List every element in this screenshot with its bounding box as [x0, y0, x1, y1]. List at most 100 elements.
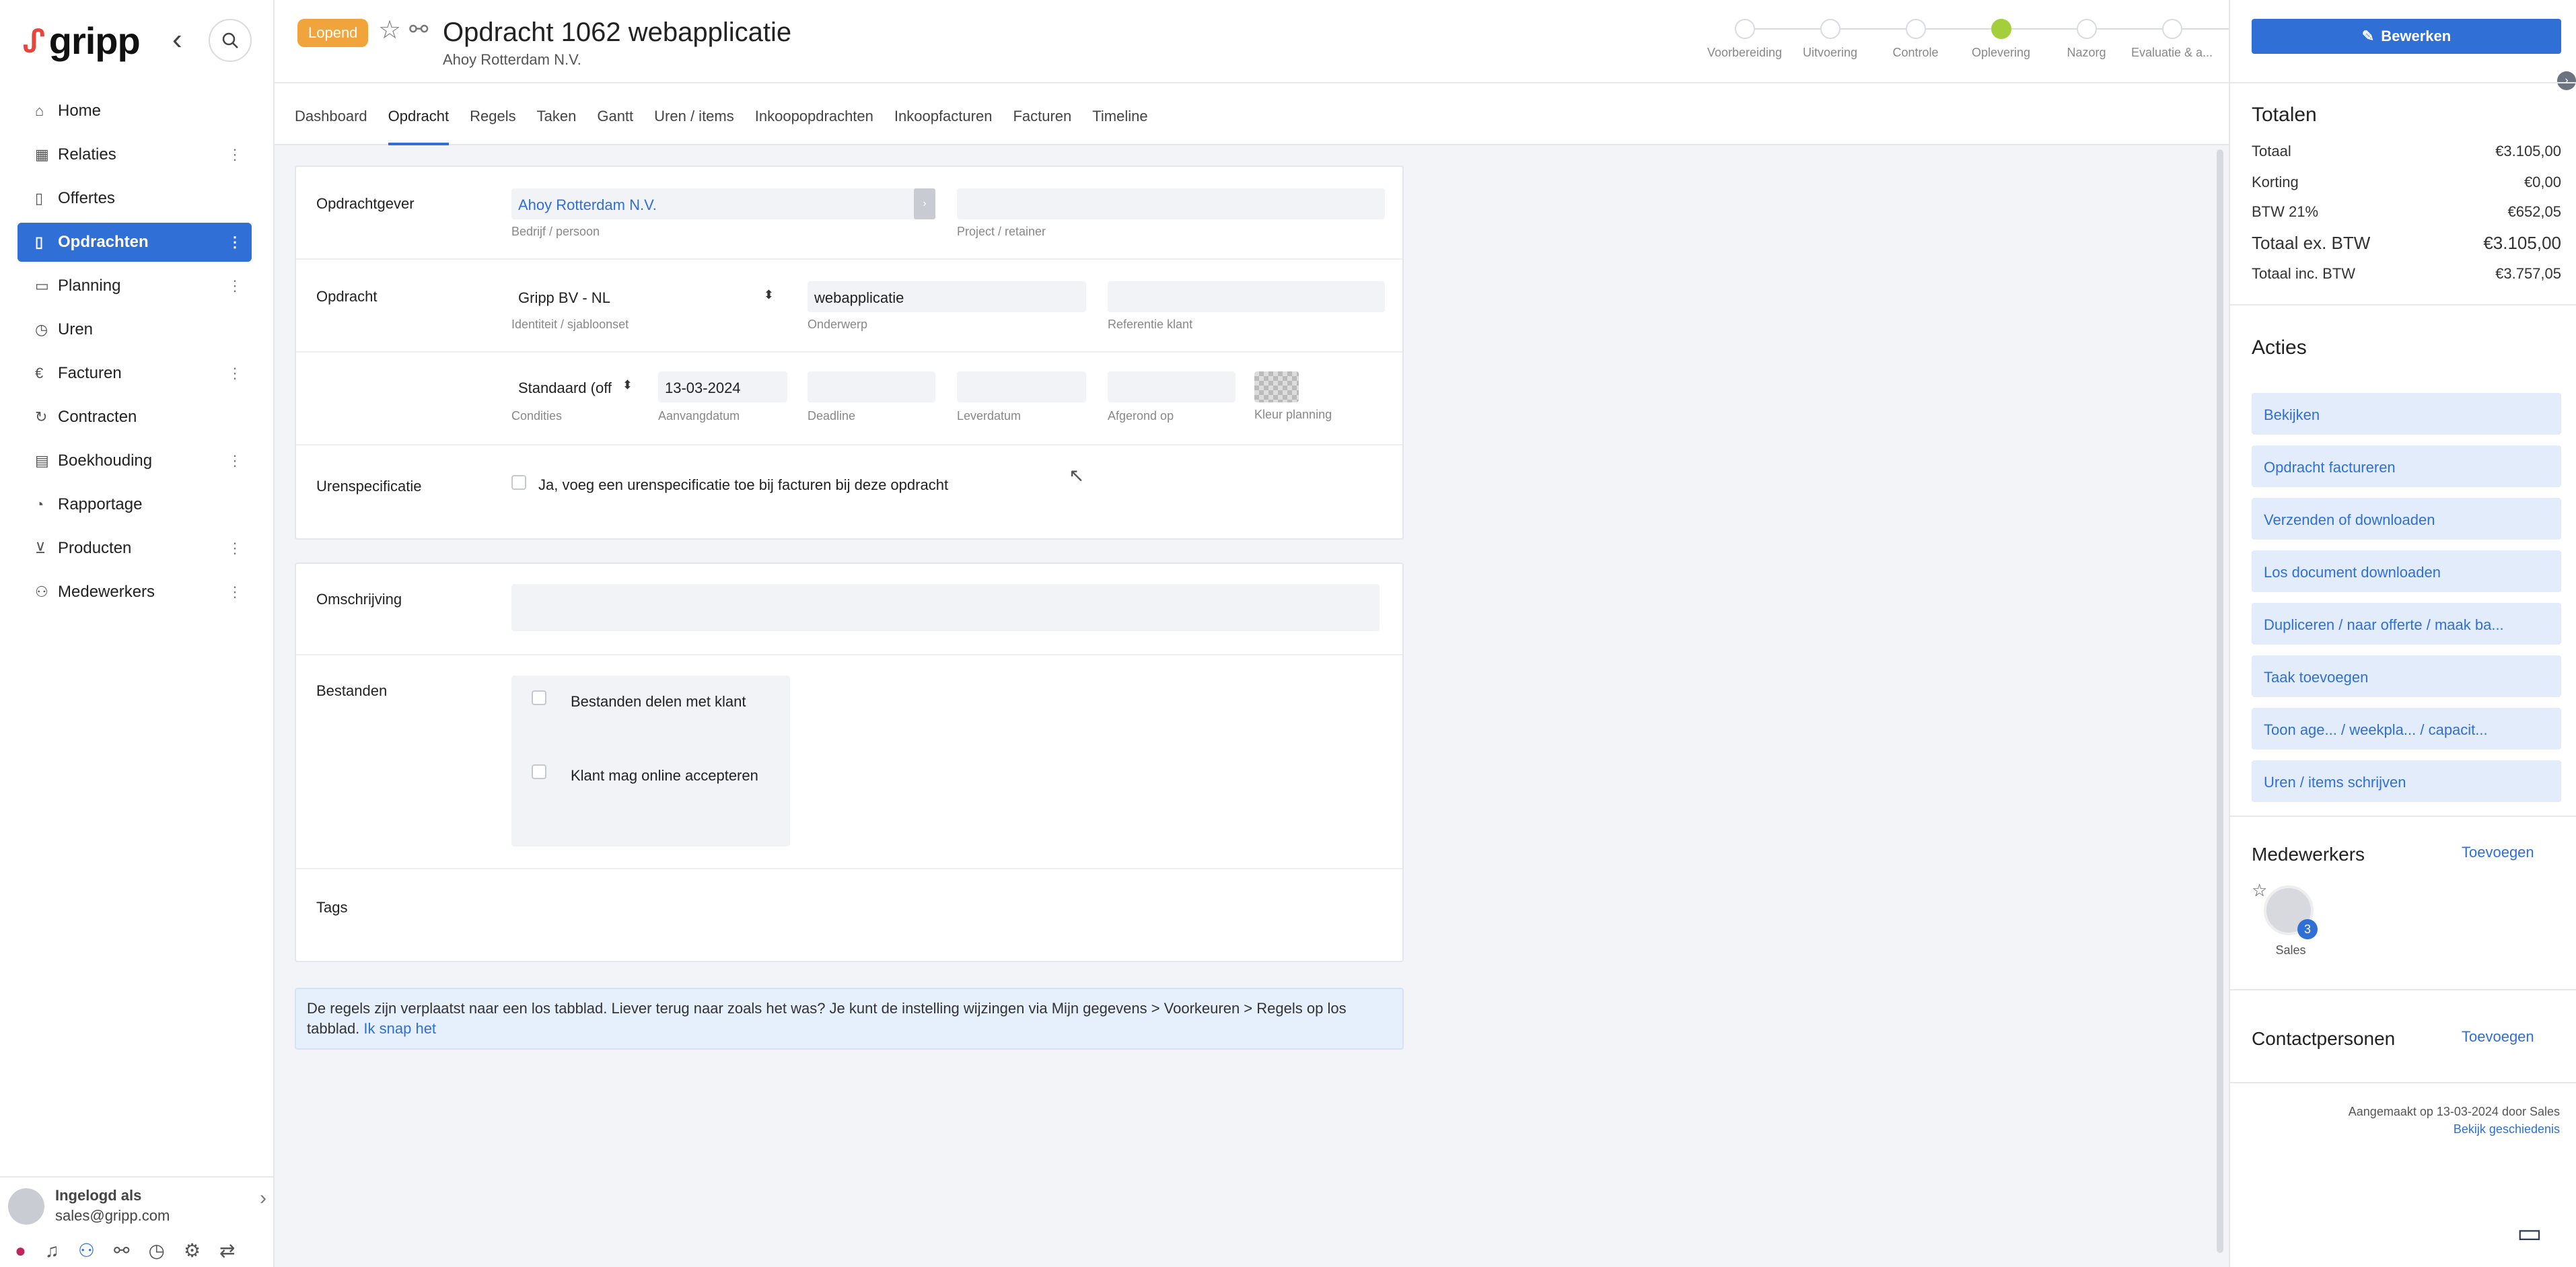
sidebar-item-planning[interactable]: ▭ Planning ⋮	[17, 266, 252, 305]
chevron-right-icon[interactable]: ›	[260, 1187, 266, 1210]
company-open-button[interactable]: ›	[914, 188, 935, 219]
tab-opdracht[interactable]: Opdracht	[388, 83, 450, 145]
gripp-logo[interactable]: ᔑ gripp	[23, 19, 141, 63]
total-row: BTW 21% €652,05	[2252, 203, 2561, 221]
action-button[interactable]: Uren / items schrijven	[2252, 760, 2561, 802]
share-files-checkbox[interactable]	[532, 690, 546, 705]
timer-icon[interactable]: ◷	[149, 1239, 165, 1262]
more-options-icon[interactable]: ⋮	[227, 145, 242, 165]
sidebar-item-home[interactable]: ⌂ Home	[17, 92, 252, 131]
tab-facturen[interactable]: Facturen	[1013, 83, 1071, 145]
tab-inkoopopdrachten[interactable]: Inkoopopdrachten	[755, 83, 873, 145]
phase-step[interactable]: Uitvoering	[1788, 17, 1872, 60]
action-button[interactable]: Verzenden of downloaden	[2252, 498, 2561, 540]
main-scrollbar[interactable]	[2217, 149, 2223, 1253]
more-options-icon[interactable]: ⋮	[227, 451, 242, 471]
sidebar-item-opdrachten[interactable]: ▯ Opdrachten ⋮	[17, 223, 252, 262]
sidebar-item-contracten[interactable]: ↻ Contracten	[17, 398, 252, 437]
more-options-icon[interactable]: ⋮	[227, 276, 242, 296]
more-options-icon[interactable]: ⋮	[227, 538, 242, 558]
total-label: Totaal	[2252, 143, 2291, 159]
phase-label: Uitvoering	[1802, 46, 1858, 59]
planning-color-picker[interactable]	[1254, 371, 1299, 402]
notice-dismiss-link[interactable]: Ik snap het	[363, 1020, 436, 1037]
action-button[interactable]: Taak toevoegen	[2252, 655, 2561, 697]
user-icon[interactable]: ●	[15, 1240, 26, 1262]
phase-label: Voorbereiding	[1707, 46, 1783, 59]
gear-icon[interactable]: ⚙	[184, 1239, 201, 1262]
more-options-icon[interactable]: ⋮	[227, 363, 242, 384]
sidebar-item-relaties[interactable]: ▦ Relaties ⋮	[17, 135, 252, 174]
employee-name: Sales	[2275, 943, 2306, 957]
phase-step[interactable]: Oplevering	[1959, 17, 2043, 60]
tab-inkoopfacturen[interactable]: Inkoopfacturen	[894, 83, 993, 145]
company-field[interactable]: Ahoy Rotterdam N.V.	[511, 188, 918, 219]
search-button[interactable]	[209, 19, 252, 62]
total-value: €652,05	[2507, 203, 2561, 220]
video-call-icon[interactable]: ▭	[2517, 1218, 2542, 1249]
sidebar-item-uren[interactable]: ◷ Uren	[17, 310, 252, 349]
logged-in-user[interactable]: Ingelogd als sales@gripp.com ›	[0, 1176, 275, 1234]
urenspecificatie-checkbox-label[interactable]: Ja, voeg een urenspecificatie toe bij fa…	[538, 476, 948, 494]
tab-timeline[interactable]: Timeline	[1092, 83, 1147, 145]
bell-icon[interactable]: ♫	[45, 1240, 59, 1262]
project-field[interactable]	[957, 188, 1385, 219]
action-button[interactable]: Opdracht factureren	[2252, 445, 2561, 487]
delivery-date-hint: Leverdatum	[957, 409, 1022, 423]
finished-date-field[interactable]	[1108, 371, 1236, 402]
total-row: Korting €0,00	[2252, 174, 2561, 191]
sidebar-item-boekhouding[interactable]: ▤ Boekhouding ⋮	[17, 441, 252, 480]
more-options-icon[interactable]: ⋮	[227, 582, 242, 602]
urenspecificatie-checkbox[interactable]	[511, 475, 526, 490]
total-label: Totaal ex. BTW	[2252, 233, 2371, 253]
team-icon[interactable]: ⚇	[78, 1239, 95, 1262]
phase-step[interactable]: Evaluatie & a...	[2130, 17, 2214, 60]
document-icon: ▯	[35, 190, 44, 207]
conditions-select[interactable]: Standaard (off ⬍	[511, 371, 639, 402]
sidebar-item-offertes[interactable]: ▯ Offertes	[17, 179, 252, 218]
switch-icon[interactable]: ⇄	[219, 1239, 235, 1262]
phase-step[interactable]: Nazorg	[2044, 17, 2128, 60]
subject-field[interactable]: webapplicatie	[808, 281, 1086, 312]
history-link[interactable]: Bekijk geschiedenis	[2454, 1122, 2560, 1136]
identity-select[interactable]: Gripp BV - NL ⬍	[511, 281, 781, 312]
link-icon[interactable]: ⚯	[114, 1239, 129, 1262]
delivery-date-field[interactable]	[957, 371, 1086, 402]
favorite-star-icon[interactable]: ☆	[378, 15, 401, 45]
tab-regels[interactable]: Regels	[470, 83, 515, 145]
collapse-sidebar-icon[interactable]: ‹	[172, 23, 182, 57]
omschrijving-label: Omschrijving	[316, 591, 402, 608]
deadline-field[interactable]	[808, 371, 935, 402]
start-date-field[interactable]: 13-03-2024	[658, 371, 787, 402]
add-contact-link[interactable]: Toevoegen	[2462, 1028, 2534, 1046]
tab-uren-items[interactable]: Uren / items	[654, 83, 734, 145]
description-card: Omschrijving Bestanden Bestanden delen m…	[295, 563, 1404, 962]
collapse-panel-icon[interactable]: ›	[2557, 71, 2576, 90]
action-button[interactable]: Toon age... / weekpla... / capacit...	[2252, 708, 2561, 750]
add-employee-link[interactable]: Toevoegen	[2462, 844, 2534, 861]
status-badge[interactable]: Lopend	[297, 19, 369, 47]
tab-gantt[interactable]: Gantt	[597, 83, 633, 145]
online-accept-checkbox[interactable]	[532, 764, 546, 779]
reference-field[interactable]	[1108, 281, 1385, 312]
action-button[interactable]: Bekijken	[2252, 393, 2561, 435]
edit-button[interactable]: ✎ Bewerken	[2252, 19, 2561, 54]
tab-dashboard[interactable]: Dashboard	[295, 83, 367, 145]
action-button[interactable]: Dupliceren / naar offerte / maak ba...	[2252, 603, 2561, 645]
link-icon[interactable]: ⚯	[409, 16, 429, 43]
conditions-value: Standaard (off	[518, 379, 612, 396]
share-files-label[interactable]: Bestanden delen met klant	[571, 693, 746, 711]
sidebar-item-label: Producten	[58, 539, 132, 557]
sidebar-item-medewerkers[interactable]: ⚇ Medewerkers ⋮	[17, 573, 252, 612]
sidebar-item-rapportage[interactable]: ◔ Rapportage	[17, 485, 252, 524]
phase-step[interactable]: Voorbereiding	[1703, 17, 1787, 60]
sidebar-item-producten[interactable]: ⊻ Producten ⋮	[17, 529, 252, 568]
more-options-icon[interactable]: ⋮	[227, 232, 242, 252]
tab-taken[interactable]: Taken	[537, 83, 577, 145]
star-icon[interactable]: ☆	[2252, 880, 2267, 901]
sidebar-item-facturen[interactable]: € Facturen ⋮	[17, 354, 252, 393]
online-accept-label[interactable]: Klant mag online accepteren	[571, 767, 758, 785]
phase-step[interactable]: Controle	[1873, 17, 1958, 60]
action-button[interactable]: Los document downloaden	[2252, 550, 2561, 592]
description-textarea[interactable]	[511, 584, 1380, 631]
